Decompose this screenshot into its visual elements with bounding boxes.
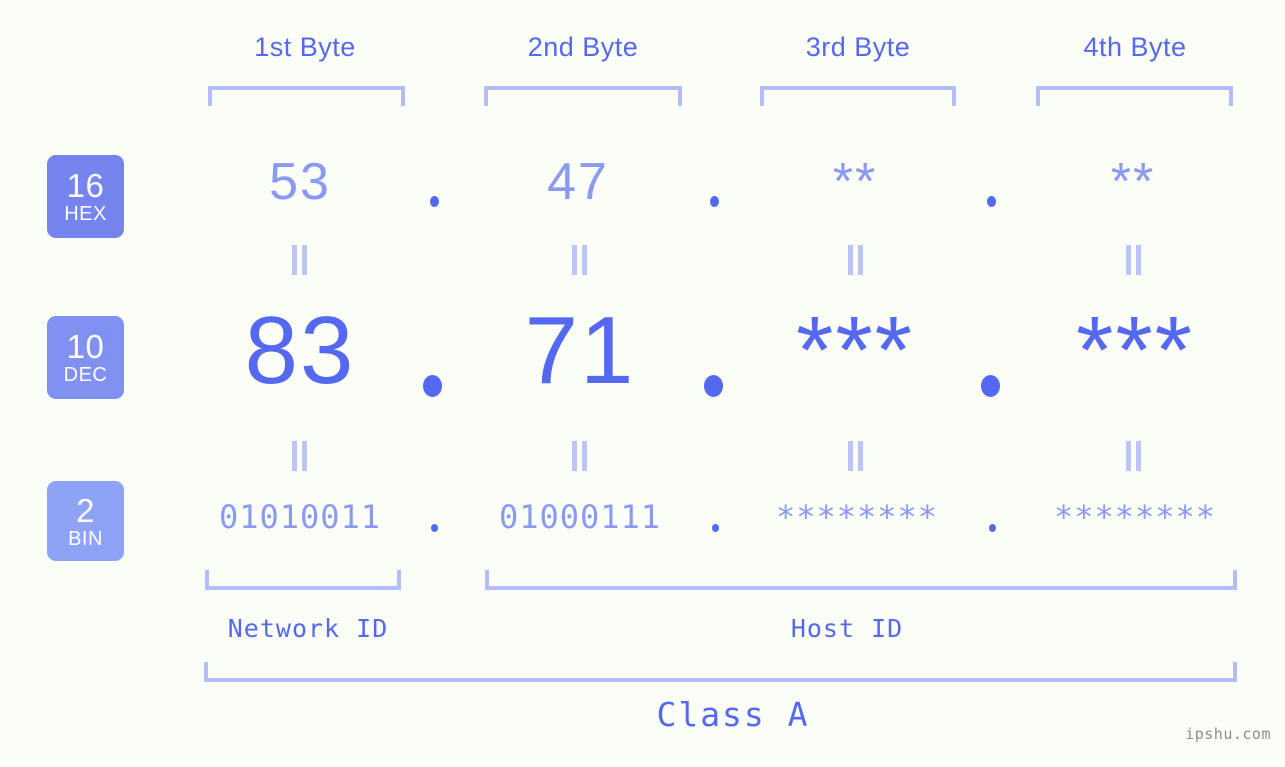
network-id-label: Network ID <box>227 614 389 643</box>
hex-byte-2-value: 47 <box>547 153 609 211</box>
hex-separator-dot-2 <box>710 196 719 207</box>
hex-separator-dot-1 <box>430 196 439 207</box>
dec-byte-3-value: *** <box>795 297 915 404</box>
base-badge-dec-number: 10 <box>66 328 105 365</box>
byte-header-3: 3rd Byte <box>805 32 911 62</box>
hex-separator-dot-3 <box>987 196 996 207</box>
base-badge-bin: 2 BIN <box>47 481 124 561</box>
site-watermark: ipshu.com <box>1185 725 1271 743</box>
byte-header-4: 4th Byte <box>1083 32 1187 62</box>
class-bracket <box>204 662 1237 682</box>
base-badge-bin-number: 2 <box>76 491 95 529</box>
network-id-bracket <box>205 570 401 590</box>
base-badge-hex-number: 16 <box>66 167 105 204</box>
host-id-label: Host ID <box>790 614 904 643</box>
byte-bracket-top-3 <box>760 86 956 106</box>
class-label: Class A <box>656 695 810 734</box>
base-badge-bin-abbr: BIN <box>68 527 103 550</box>
bin-separator-dot-2 <box>712 524 719 532</box>
byte-bracket-top-4 <box>1036 86 1233 106</box>
hex-byte-1-value: 53 <box>269 153 331 211</box>
byte-header-2: 2nd Byte <box>527 32 639 62</box>
bin-byte-2-value: 01000111 <box>498 498 662 536</box>
equals-dec-bin-2 <box>571 441 589 471</box>
equals-dec-bin-3 <box>847 441 865 471</box>
equals-hex-dec-2 <box>571 245 589 275</box>
hex-byte-4-value: ** <box>1110 153 1156 211</box>
base-badge-hex: 16 HEX <box>47 155 124 238</box>
dec-separator-dot-1 <box>423 375 442 397</box>
base-badge-dec: 10 DEC <box>47 316 124 399</box>
equals-dec-bin-1 <box>291 441 309 471</box>
equals-hex-dec-4 <box>1125 245 1143 275</box>
dec-byte-1-value: 83 <box>244 297 356 404</box>
bin-byte-3-value: ******** <box>775 498 939 536</box>
bin-separator-dot-1 <box>431 524 438 532</box>
ip-address-breakdown-diagram: 1st Byte 2nd Byte 3rd Byte 4th Byte 16 H… <box>0 0 1285 767</box>
dec-byte-4-value: *** <box>1075 297 1195 404</box>
equals-hex-dec-3 <box>847 245 865 275</box>
equals-hex-dec-1 <box>291 245 309 275</box>
host-id-bracket <box>485 570 1237 590</box>
hex-byte-3-value: ** <box>832 153 878 211</box>
bin-separator-dot-3 <box>989 524 996 532</box>
bin-byte-4-value: ******** <box>1053 498 1217 536</box>
bin-byte-1-value: 01010011 <box>218 498 382 536</box>
byte-bracket-top-2 <box>484 86 682 106</box>
dec-separator-dot-2 <box>704 375 723 397</box>
dec-separator-dot-3 <box>981 375 1000 397</box>
base-badge-hex-abbr: HEX <box>64 203 107 225</box>
byte-bracket-top-1 <box>208 86 405 106</box>
byte-header-1: 1st Byte <box>254 32 356 62</box>
base-badge-dec-abbr: DEC <box>63 364 108 386</box>
dec-byte-2-value: 71 <box>524 297 636 404</box>
equals-dec-bin-4 <box>1125 441 1143 471</box>
